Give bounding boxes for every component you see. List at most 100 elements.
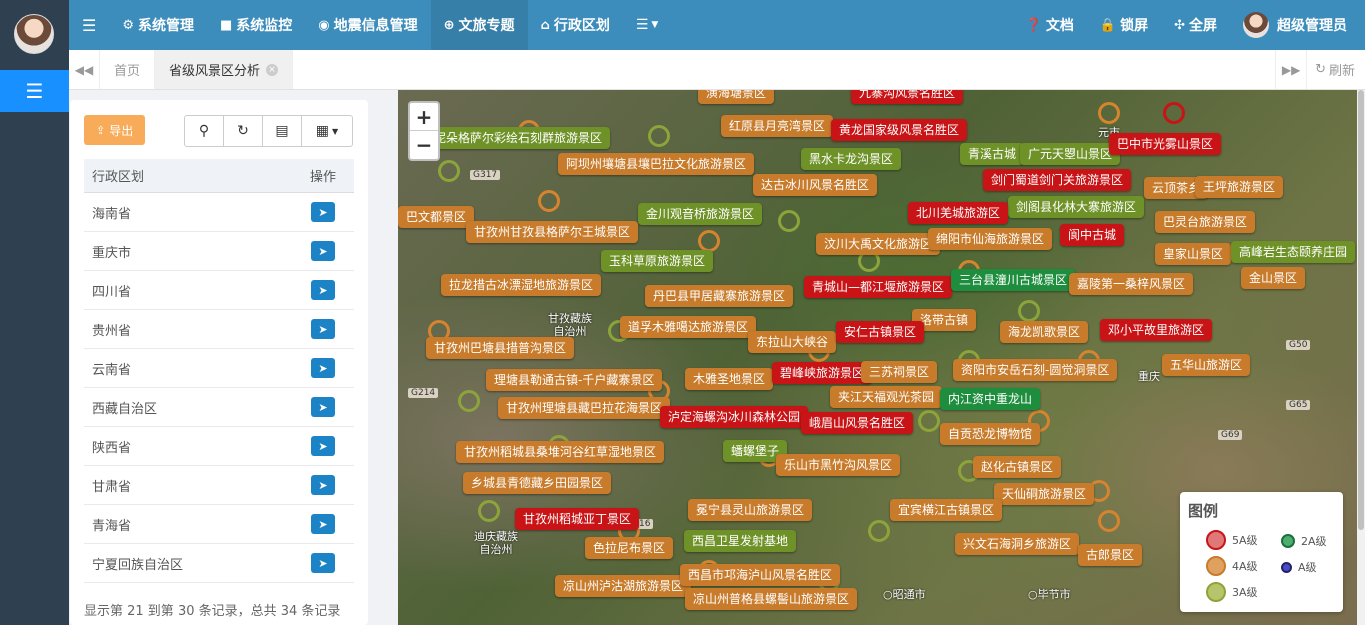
scenic-label[interactable]: 青溪古城 bbox=[960, 143, 1025, 165]
nav-system-management[interactable]: ⚙ 系统管理 bbox=[109, 0, 207, 50]
scenic-label[interactable]: 广元天曌山景区 bbox=[1020, 143, 1121, 165]
scenic-label[interactable]: 皇家山景区 bbox=[1155, 243, 1232, 265]
scenic-label[interactable]: 木雅圣地景区 bbox=[685, 368, 774, 390]
map-marker[interactable] bbox=[478, 500, 500, 522]
scenic-label[interactable]: 天仙硐旅游景区 bbox=[994, 483, 1095, 505]
tab-scenic-analysis[interactable]: 省级风景区分析 × bbox=[155, 50, 294, 89]
scenic-label[interactable]: 资阳市安岳石刻-圆觉洞景区 bbox=[953, 359, 1118, 381]
docs-link[interactable]: ❓ 文档 bbox=[1013, 0, 1087, 50]
map-marker[interactable] bbox=[1098, 510, 1120, 532]
map-marker[interactable] bbox=[1163, 102, 1185, 124]
scenic-label[interactable]: 高峰岩生态颐养庄园 bbox=[1231, 241, 1356, 263]
scenic-label[interactable]: 夹江天福观光茶园 bbox=[830, 386, 943, 408]
scenic-label[interactable]: 黄龙国家级风景名胜区 bbox=[831, 119, 968, 141]
scenic-label[interactable]: 剑阁县化林大寨旅游区 bbox=[1008, 196, 1145, 218]
scenic-label[interactable]: 巴中市光雾山景区 bbox=[1109, 133, 1222, 155]
scenic-label[interactable]: 阿坝州壤塘县壤巴拉文化旅游景区 bbox=[558, 153, 755, 175]
scenic-label[interactable]: 红原县月亮湾景区 bbox=[721, 115, 834, 137]
scenic-label[interactable]: 嘉陵第一桑梓风景区 bbox=[1069, 273, 1194, 295]
scenic-label[interactable]: 西昌市邛海泸山风景名胜区 bbox=[680, 564, 841, 586]
column-header-region[interactable]: 行政区划 bbox=[84, 166, 292, 185]
lock-screen-button[interactable]: 🔒 锁屏 bbox=[1087, 0, 1161, 50]
scenic-label[interactable]: 内江资中重龙山 bbox=[940, 388, 1041, 410]
scenic-label[interactable]: 宜宾横江古镇景区 bbox=[890, 499, 1003, 521]
map-marker[interactable] bbox=[648, 125, 670, 147]
scenic-label[interactable]: 巴灵台旅游景区 bbox=[1155, 211, 1256, 233]
scenic-label[interactable]: 九寨沟风景名胜区 bbox=[851, 90, 964, 104]
scenic-label[interactable]: 丹巴县甲居藏寨旅游景区 bbox=[645, 285, 794, 307]
scenic-label[interactable]: 北川羌城旅游区 bbox=[908, 202, 1009, 224]
scenic-label[interactable]: 甘孜州甘孜县格萨尔王城景区 bbox=[466, 221, 639, 243]
columns-dropdown-button[interactable]: ▦ ▼ bbox=[302, 116, 352, 146]
scenic-label[interactable]: 泥朵格萨尔彩绘石刻群旅游景区 bbox=[426, 127, 611, 149]
scenic-label[interactable]: 自贡恐龙博物馆 bbox=[940, 423, 1041, 445]
scenic-label[interactable]: 甘孜州巴塘县措普沟景区 bbox=[426, 337, 575, 359]
scenic-label[interactable]: 阆中古城 bbox=[1060, 224, 1125, 246]
scenic-label[interactable]: 道孚木雅噶达旅游景区 bbox=[620, 316, 757, 338]
map-marker[interactable] bbox=[458, 390, 480, 412]
scenic-label[interactable]: 潢海塘景区 bbox=[698, 90, 775, 104]
scenic-label[interactable]: 黑水卡龙沟景区 bbox=[801, 148, 902, 170]
export-button[interactable]: ⇪ 导出 bbox=[84, 115, 146, 145]
scenic-label[interactable]: 甘孜州理塘县藏巴拉花海景区 bbox=[498, 397, 671, 419]
nav-culture-tourism[interactable]: ⊕ 文旅专题 bbox=[430, 0, 528, 50]
map-marker[interactable] bbox=[1098, 102, 1120, 124]
scenic-label[interactable]: 西昌卫星发射基地 bbox=[684, 530, 797, 552]
scenic-label[interactable]: 海龙凯歌景区 bbox=[1000, 321, 1089, 343]
close-icon[interactable]: × bbox=[266, 63, 279, 76]
scenic-label[interactable]: 乡城县青德藏乡田园景区 bbox=[463, 472, 612, 494]
nav-system-monitor[interactable]: ■ 系统监控 bbox=[207, 0, 305, 50]
scenic-label[interactable]: 凉山州普格县螺髻山旅游景区 bbox=[685, 588, 858, 610]
scenic-label[interactable]: 甘孜州稻城县桑堆河谷红草湿地景区 bbox=[456, 441, 665, 463]
scrollbar-thumb[interactable] bbox=[1358, 90, 1364, 530]
page-scrollbar[interactable] bbox=[1357, 90, 1365, 625]
scenic-label[interactable]: 甘孜州稻城亚丁景区 bbox=[515, 508, 640, 530]
scenic-label[interactable]: 色拉尼布景区 bbox=[585, 537, 674, 559]
locate-button[interactable]: ➤ bbox=[311, 397, 335, 417]
scenic-label[interactable]: 碧峰峡旅游景区 bbox=[772, 362, 873, 384]
scenic-label[interactable]: 邓小平故里旅游区 bbox=[1100, 319, 1213, 341]
toggle-view-button[interactable]: ▤ bbox=[263, 116, 302, 146]
menu-toggle-button[interactable]: ☰ bbox=[69, 0, 109, 50]
locate-button[interactable]: ➤ bbox=[311, 241, 335, 261]
scenic-label[interactable]: 五华山旅游区 bbox=[1162, 354, 1251, 376]
refresh-table-button[interactable]: ↻ bbox=[224, 116, 263, 146]
scenic-map[interactable]: G317 G214 G50 G65 G69 16 甘孜藏族 自治州 迪庆藏族 自… bbox=[398, 90, 1357, 625]
scenic-label[interactable]: 王坪旅游景区 bbox=[1195, 176, 1284, 198]
locate-button[interactable]: ➤ bbox=[311, 280, 335, 300]
scenic-label[interactable]: 巴文都景区 bbox=[398, 206, 475, 228]
locate-button[interactable]: ➤ bbox=[311, 319, 335, 339]
scenic-label[interactable]: 峨眉山风景名胜区 bbox=[801, 412, 914, 434]
scenic-label[interactable]: 玉科草原旅游景区 bbox=[601, 250, 714, 272]
scenic-label[interactable]: 金川观音桥旅游景区 bbox=[638, 203, 763, 225]
fullscreen-button[interactable]: ✣ 全屏 bbox=[1161, 0, 1230, 50]
scenic-label[interactable]: 冕宁县灵山旅游景区 bbox=[688, 499, 813, 521]
tabs-scroll-left-button[interactable]: ◀◀ bbox=[69, 50, 100, 89]
scenic-label[interactable]: 兴文石海洞乡旅游区 bbox=[955, 533, 1080, 555]
sidebar-menu-button[interactable]: ☰ bbox=[0, 70, 69, 112]
avatar[interactable] bbox=[14, 14, 54, 54]
tabs-scroll-right-button[interactable]: ▶▶ bbox=[1275, 50, 1306, 89]
scenic-label[interactable]: 汶川大禹文化旅游区 bbox=[816, 233, 941, 255]
scenic-label[interactable]: 乐山市黑竹沟风景区 bbox=[776, 454, 901, 476]
scenic-label[interactable]: 古郎景区 bbox=[1078, 544, 1143, 566]
refresh-button[interactable]: ↻ 刷新 bbox=[1306, 50, 1365, 89]
scenic-label[interactable]: 剑门蜀道剑门关旅游景区 bbox=[983, 169, 1132, 191]
scenic-label[interactable]: 东拉山大峡谷 bbox=[748, 331, 837, 353]
map-marker[interactable] bbox=[538, 190, 560, 212]
scenic-label[interactable]: 达古冰川风景名胜区 bbox=[753, 174, 878, 196]
zoom-in-button[interactable]: + bbox=[410, 103, 438, 131]
user-menu[interactable]: 超级管理员 bbox=[1230, 0, 1365, 50]
scenic-label[interactable]: 泸定海螺沟冰川森林公园 bbox=[660, 406, 809, 428]
locate-button[interactable]: ➤ bbox=[311, 358, 335, 378]
map-marker[interactable] bbox=[868, 520, 890, 542]
nav-more-dropdown[interactable]: ☰ ▼ bbox=[623, 0, 671, 50]
search-button[interactable]: ⚲ bbox=[185, 116, 224, 146]
scenic-label[interactable]: 拉龙措古冰漂湿地旅游景区 bbox=[441, 274, 602, 296]
locate-button[interactable]: ➤ bbox=[311, 553, 335, 573]
map-marker[interactable] bbox=[438, 160, 460, 182]
map-marker[interactable] bbox=[698, 230, 720, 252]
locate-button[interactable]: ➤ bbox=[311, 475, 335, 495]
scenic-label[interactable]: 凉山州泸沽湖旅游景区 bbox=[555, 575, 692, 597]
locate-button[interactable]: ➤ bbox=[311, 514, 335, 534]
